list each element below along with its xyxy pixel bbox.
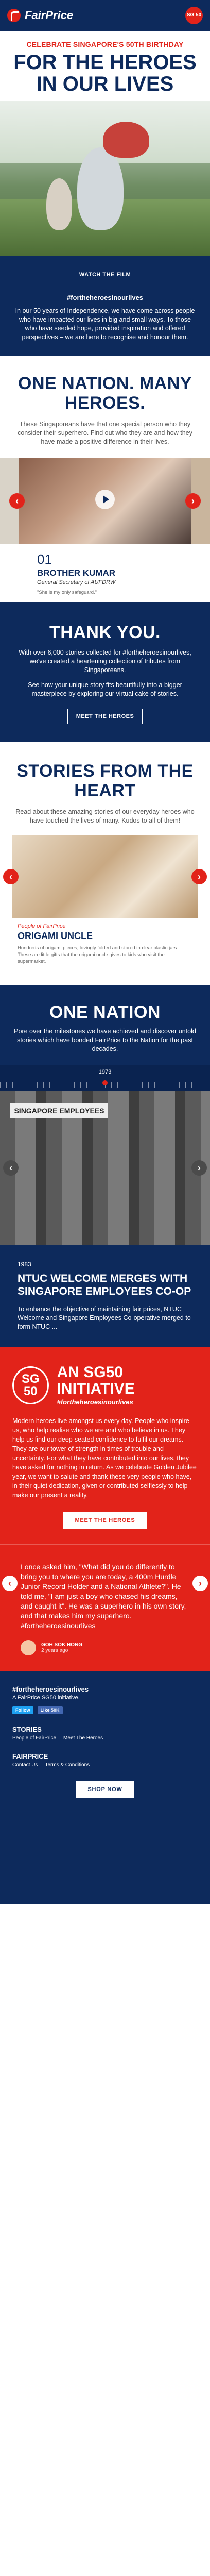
footer-link-contact[interactable]: Contact Us [12,1762,38,1768]
play-icon[interactable] [95,490,115,509]
story-next-button[interactable]: › [191,869,207,884]
top-bar: FairPrice SG 50 [0,0,210,31]
sg50-meet-heroes-button[interactable]: MEET THE HEROES [63,1512,147,1529]
year-slider-label: 1973 [98,1069,112,1075]
many-heroes-section: ONE NATION. MANY HEROES. These Singapore… [0,356,210,602]
hero-info: WATCH THE FILM #fortheheroesinourlives I… [0,256,210,356]
story-desc: Hundreds of origami pieces, lovingly fol… [18,945,179,964]
footer: #fortheheroesinourlives A FairPrice SG50… [0,1671,210,1904]
quote-prev-button[interactable]: ‹ [2,1576,18,1591]
stories-title: STORIES FROM THE HEART [16,761,194,800]
quote-time: 2 years ago [41,1648,68,1653]
many-heroes-body: These Singaporeans have that one special… [18,421,192,445]
hero-body: In our 50 years of Independence, we have… [15,307,195,341]
sg50-body: Modern heroes live amongst us every day.… [12,1417,197,1499]
quote-section: ‹ › I once asked him, "What did you do d… [0,1544,210,1671]
footer-stories-links: People of FairPrice Meet The Heroes [12,1735,198,1741]
timeline-prev-button[interactable]: ‹ [3,1160,19,1176]
footer-hashtag: #fortheheroesinourlives [12,1685,89,1693]
story-prev-button[interactable]: ‹ [3,869,19,884]
shop-now-button[interactable]: SHOP NOW [76,1781,134,1798]
timeline-item: 1983 NTUC WELCOME MERGES WITH SINGAPORE … [12,1245,198,1347]
footer-link-meet-heroes[interactable]: Meet The Heroes [63,1735,103,1741]
social-buttons: Follow Like 50K [12,1706,198,1714]
timeline-section: ONE NATION Pore over the milestones we h… [0,985,210,1347]
timeline-item-title: NTUC WELCOME MERGES WITH SINGAPORE EMPLO… [18,1273,191,1297]
hero-card-text: 01 BROTHER KUMAR General Secretary of AU… [37,551,115,595]
twitter-follow-button[interactable]: Follow [12,1706,33,1714]
sg50-logo-top: SG [21,1371,40,1386]
watch-film-button[interactable]: WATCH THE FILM [70,267,140,282]
story-photo[interactable] [12,835,198,918]
hero-eyebrow: CELEBRATE SINGAPORE'S 50TH BIRTHDAY [26,40,184,48]
fairprice-logo-icon [7,9,21,22]
hero-title: FOR THE HEROES IN OUR LIVES [13,51,197,95]
hero-carousel: ‹ › 01 BROTHER KUMAR General Secretary o… [0,458,210,595]
quote-text: I once asked him, "What did you do diffe… [21,1563,186,1630]
sg50-title: AN SG50 INITIATIVE [57,1364,135,1397]
brand-name: FairPrice [25,9,74,22]
sg50-hashtag: #fortheheroesinourlives [57,1398,133,1406]
sg50-logo-icon: SG 50 [12,1366,49,1404]
footer-fairprice-links: Contact Us Terms & Conditions [12,1762,198,1768]
quote-author-name: GOH SOK HONG [41,1642,83,1648]
thank-you-section: THANK YOU. With over 6,000 stories colle… [0,602,210,742]
sg50-header: SG 50 AN SG50 INITIATIVE #fortheheroesin… [12,1364,198,1406]
carousel-next-button[interactable]: › [185,493,201,509]
footer-stories-heading: STORIES [12,1726,42,1733]
hero-card-name[interactable]: BROTHER KUMAR [37,568,115,578]
hero-photo-child [103,122,149,158]
story-tag: People of FairPrice [18,923,66,929]
hero-hashtag: #fortheheroesinourlives [66,294,144,302]
hero-photo-father [77,147,124,230]
hero-card-number: 01 [37,551,52,567]
timeline-item-desc: To enhance the objective of maintaining … [18,1306,191,1330]
thank-you-body-1: With over 6,000 stories collected for #f… [19,649,191,674]
meet-heroes-button[interactable]: MEET THE HEROES [67,709,143,724]
carousel-prev-button[interactable]: ‹ [9,493,25,509]
footer-link-people[interactable]: People of FairPrice [12,1735,56,1741]
quote-next-button[interactable]: › [192,1576,208,1591]
facebook-like-button[interactable]: Like 50K [37,1706,63,1714]
quote-author: GOH SOK HONG 2 years ago [21,1640,189,1655]
timeline-photo: SINGAPORE EMPLOYEES ‹ › [0,1091,210,1245]
story-name[interactable]: ORIGAMI UNCLE [18,931,192,942]
timeline-body: Pore over the milestones we have achieve… [14,1028,196,1052]
footer-link-terms[interactable]: Terms & Conditions [45,1762,90,1768]
thank-you-title: THANK YOU. [49,623,161,642]
footer-fairprice-heading: FAIRPRICE [12,1752,48,1760]
hero-photo [0,101,210,256]
year-slider[interactable]: 1973 [0,1065,210,1091]
thank-you-body-2: See how your unique story fits beautiful… [28,681,182,697]
sg50-section: SG 50 AN SG50 INITIATIVE #fortheheroesin… [0,1347,210,1544]
stories-section: STORIES FROM THE HEART Read about these … [0,742,210,985]
page: FairPrice SG 50 CELEBRATE SINGAPORE'S 50… [0,0,210,2576]
timeline-next-button[interactable]: › [191,1160,207,1176]
hero-card-role: General Secretary of AUFDRW [37,579,116,586]
story-carousel: ‹ › People of FairPrice ORIGAMI UNCLE Hu… [3,835,207,975]
year-slider-handle[interactable] [102,1080,108,1085]
fairprice-logo[interactable]: FairPrice [7,9,73,22]
hero-header: CELEBRATE SINGAPORE'S 50TH BIRTHDAY FOR … [0,31,210,101]
footer-subtitle: A FairPrice SG50 initiative. [12,1695,80,1701]
hero-photo-child-2 [46,178,72,230]
story-text: People of FairPrice ORIGAMI UNCLE Hundre… [18,923,192,965]
many-heroes-title: ONE NATION. MANY HEROES. [18,374,192,413]
timeline-title: ONE NATION [49,1002,161,1022]
stories-body: Read about these amazing stories of our … [15,808,195,824]
timeline-item-year: 1983 [18,1261,31,1268]
avatar [21,1640,36,1655]
sg50-logo-bottom: 50 [23,1384,38,1398]
timeline-photo-sign: SINGAPORE EMPLOYEES [10,1103,108,1118]
sg50-badge-icon: SG 50 [185,7,203,24]
hero-card-quote: "She is my only safeguard." [37,590,97,595]
